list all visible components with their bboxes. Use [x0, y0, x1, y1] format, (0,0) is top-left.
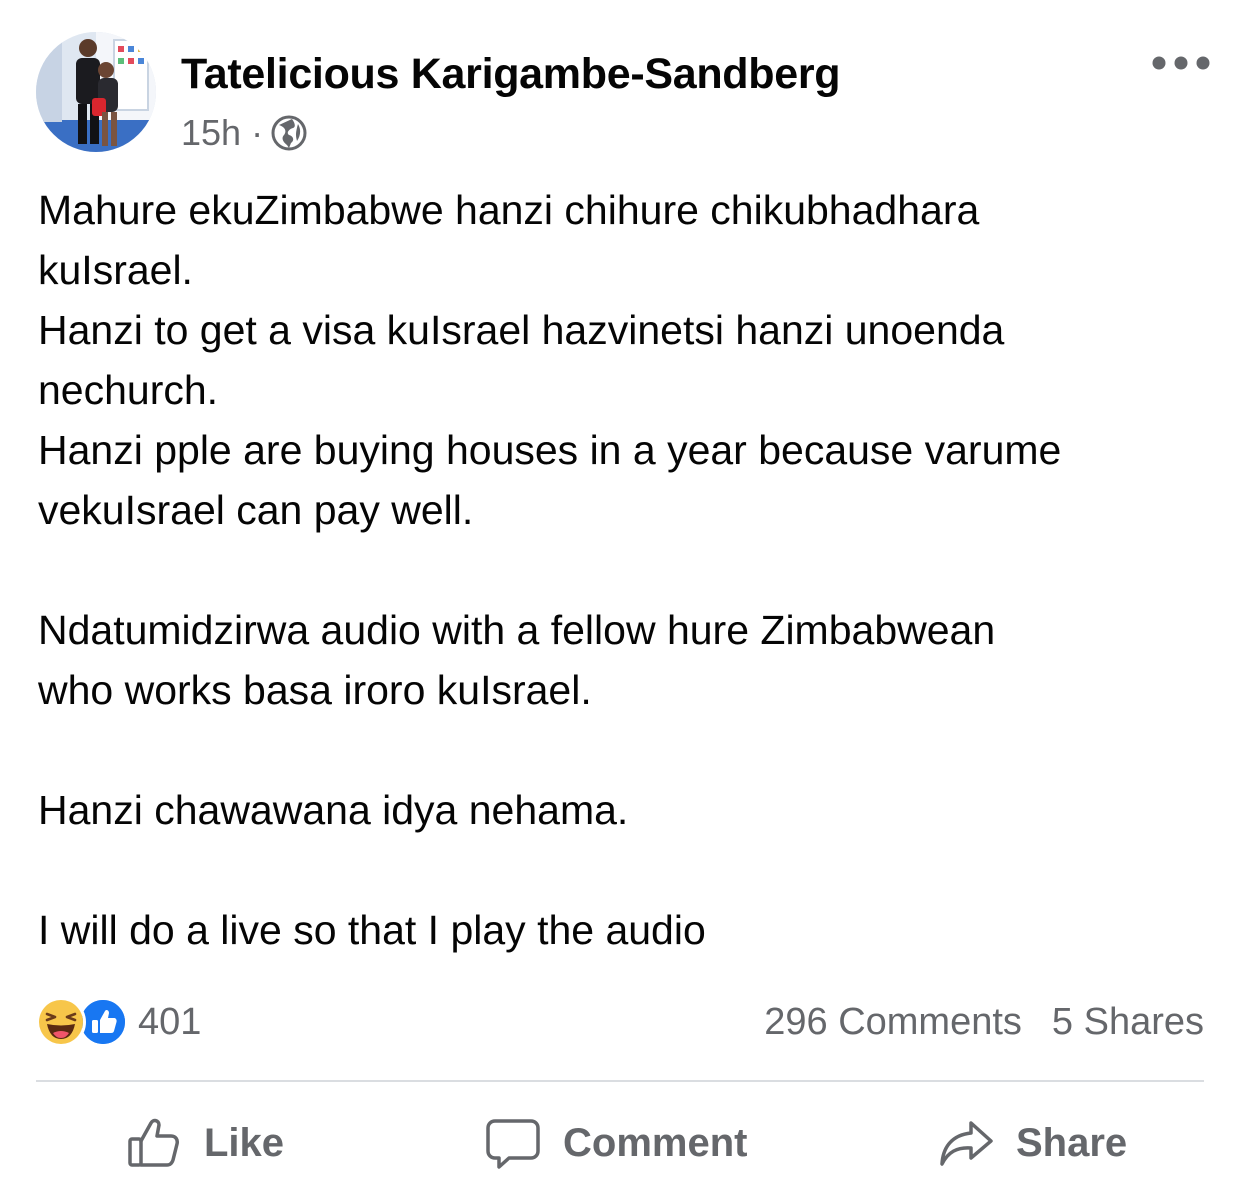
post-line: Mahure ekuZimbabwe hanzi chihure chikubh… [38, 187, 980, 233]
post-line: nechurch. [38, 367, 219, 413]
more-options-icon [1152, 56, 1210, 70]
share-label: Share [1016, 1120, 1128, 1165]
like-label: Like [204, 1120, 285, 1165]
reactions-summary[interactable]: 401 [36, 997, 201, 1047]
share-button[interactable]: Share [938, 1100, 1127, 1186]
reaction-count: 401 [138, 1000, 202, 1043]
post-line: Hanzi chawawana idya nehama. [38, 787, 629, 833]
comment-label: Comment [563, 1120, 748, 1165]
divider [36, 1080, 1204, 1082]
avatar[interactable] [36, 32, 156, 152]
more-options-button[interactable] [1150, 46, 1212, 80]
comment-icon [486, 1119, 540, 1169]
share-arrow-icon [940, 1121, 993, 1166]
post-line: Ndatumidzirwa audio with a fellow hure Z… [38, 607, 996, 653]
comment-button[interactable]: Comment [485, 1100, 747, 1186]
post-line: Hanzi to get a visa kuIsrael hazvinetsi … [38, 307, 1005, 353]
post-meta: 15h · [181, 112, 307, 154]
post-timestamp[interactable]: 15h [181, 112, 241, 154]
post-line: vekuIsrael can pay well. [38, 487, 474, 533]
action-bar: Like Comment Share [0, 1100, 1242, 1186]
thumbs-up-icon [128, 1118, 179, 1167]
post-line: who works basa iroro kuIsrael. [38, 667, 592, 713]
post-line: Hanzi pple are buying houses in a year b… [38, 427, 1062, 473]
haha-reaction-icon [36, 997, 86, 1047]
meta-separator: · [251, 112, 264, 153]
shares-count-link[interactable]: 5 Shares [1052, 1001, 1204, 1044]
post-line: I will do a live so that I play the audi… [38, 907, 706, 953]
engagement-counts: 296 Comments 5 Shares [764, 1001, 1204, 1044]
post-line: kuIsrael. [38, 247, 193, 293]
post-text: Mahure ekuZimbabwe hanzi chihure chikubh… [38, 180, 1208, 960]
globe-icon[interactable] [271, 115, 307, 151]
comments-count-link[interactable]: 296 Comments [764, 1001, 1022, 1044]
like-button[interactable]: Like [126, 1100, 284, 1186]
post-stats: 401 296 Comments 5 Shares [36, 996, 1204, 1048]
author-name[interactable]: Tatelicious Karigambe-Sandberg [181, 50, 841, 99]
